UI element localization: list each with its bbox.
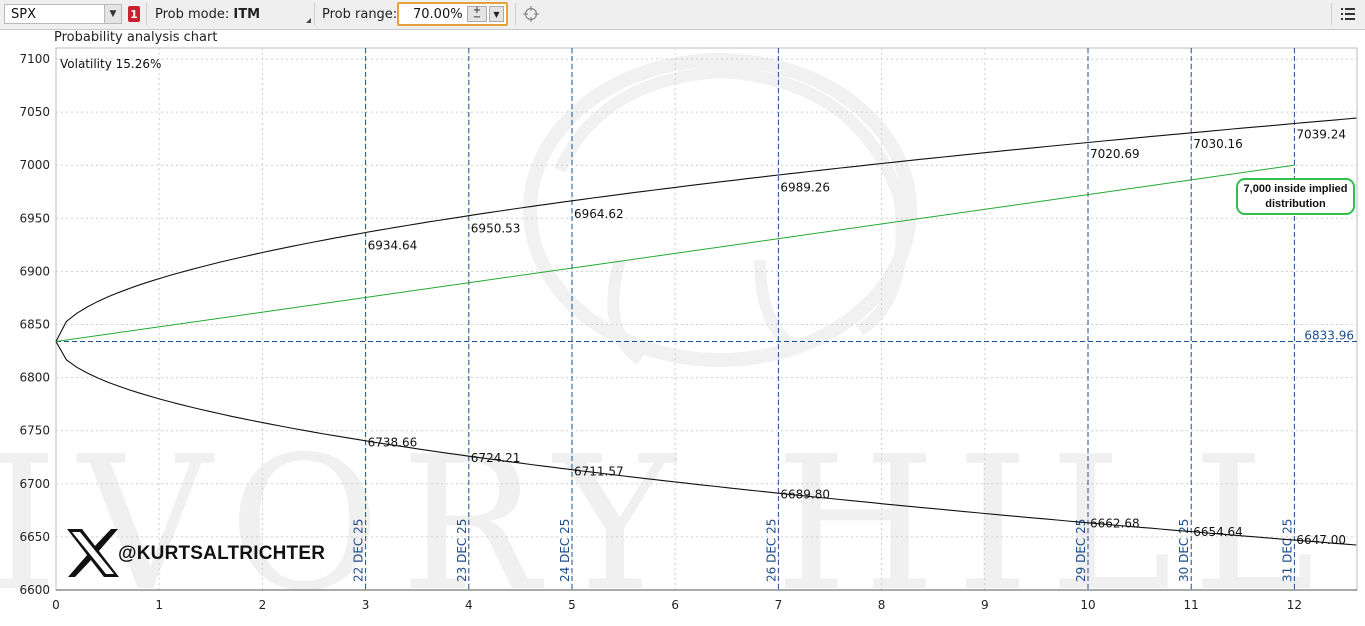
upper-data-label: 6934.64 bbox=[368, 239, 418, 253]
y-tick-label: 6600 bbox=[19, 583, 50, 597]
x-tick-label: 12 bbox=[1287, 598, 1302, 612]
date-marker-label: 29 DEC 25 bbox=[1074, 519, 1088, 582]
upper-data-label: 7020.69 bbox=[1090, 147, 1140, 161]
volatility-label: Volatility 15.26% bbox=[60, 57, 162, 71]
date-marker-label: 30 DEC 25 bbox=[1177, 519, 1191, 582]
current-price-label: 6833.96 bbox=[1304, 329, 1354, 343]
callout-line-2: distribution bbox=[1265, 198, 1326, 210]
upper-data-label: 7030.16 bbox=[1193, 137, 1243, 151]
y-tick-label: 7100 bbox=[19, 52, 50, 66]
x-tick-label: 9 bbox=[981, 598, 989, 612]
target-line bbox=[55, 164, 1295, 343]
y-tick-label: 6750 bbox=[19, 424, 50, 438]
lower-data-label: 6689.80 bbox=[780, 488, 830, 502]
x-tick-label: 3 bbox=[362, 598, 370, 612]
date-marker-label: 24 DEC 25 bbox=[558, 519, 572, 582]
y-tick-label: 6950 bbox=[19, 211, 50, 225]
upper-data-label: 6950.53 bbox=[471, 222, 521, 236]
y-tick-label: 6900 bbox=[19, 264, 50, 278]
callout-line-1: 7,000 inside implied bbox=[1243, 183, 1348, 195]
x-tick-label: 6 bbox=[671, 598, 679, 612]
x-tick-label: 2 bbox=[259, 598, 267, 612]
probability-chart[interactable]: IVORY HILL 66006650670067506800685069006… bbox=[0, 0, 1365, 626]
annotation-callout: 7,000 inside implied distribution bbox=[1236, 178, 1355, 215]
x-tick-label: 11 bbox=[1184, 598, 1199, 612]
social-handle: @KURTSALTRICHTER bbox=[118, 543, 326, 564]
x-tick-label: 4 bbox=[465, 598, 473, 612]
x-tick-label: 5 bbox=[568, 598, 576, 612]
date-marker-label: 26 DEC 25 bbox=[764, 519, 778, 582]
lower-data-label: 6654.64 bbox=[1193, 525, 1243, 539]
x-tick-label: 0 bbox=[52, 598, 60, 612]
y-tick-label: 7050 bbox=[19, 105, 50, 119]
ivory-hill-watermark-logo: IVORY HILL bbox=[0, 53, 1315, 626]
y-tick-label: 6650 bbox=[19, 530, 50, 544]
x-tick-label: 8 bbox=[878, 598, 886, 612]
lower-data-label: 6711.57 bbox=[574, 465, 624, 479]
lower-data-label: 6662.68 bbox=[1090, 516, 1140, 530]
y-tick-label: 7000 bbox=[19, 158, 50, 172]
upper-bound-curve bbox=[55, 117, 1357, 342]
upper-data-label: 6964.62 bbox=[574, 207, 624, 221]
x-tick-label: 1 bbox=[155, 598, 163, 612]
y-tick-label: 6850 bbox=[19, 318, 50, 332]
y-tick-label: 6700 bbox=[19, 477, 50, 491]
x-tick-label: 10 bbox=[1080, 598, 1095, 612]
lower-data-label: 6647.00 bbox=[1296, 533, 1346, 547]
x-logo-icon bbox=[67, 529, 119, 577]
date-marker-label: 22 DEC 25 bbox=[352, 519, 366, 582]
y-tick-label: 6800 bbox=[19, 371, 50, 385]
date-marker-label: 31 DEC 25 bbox=[1280, 519, 1294, 582]
upper-data-label: 7039.24 bbox=[1296, 128, 1346, 142]
x-tick-label: 7 bbox=[775, 598, 783, 612]
upper-data-label: 6989.26 bbox=[780, 181, 830, 195]
date-marker-label: 23 DEC 25 bbox=[455, 519, 469, 582]
lower-data-label: 6738.66 bbox=[368, 436, 418, 450]
lower-data-label: 6724.21 bbox=[471, 451, 521, 465]
